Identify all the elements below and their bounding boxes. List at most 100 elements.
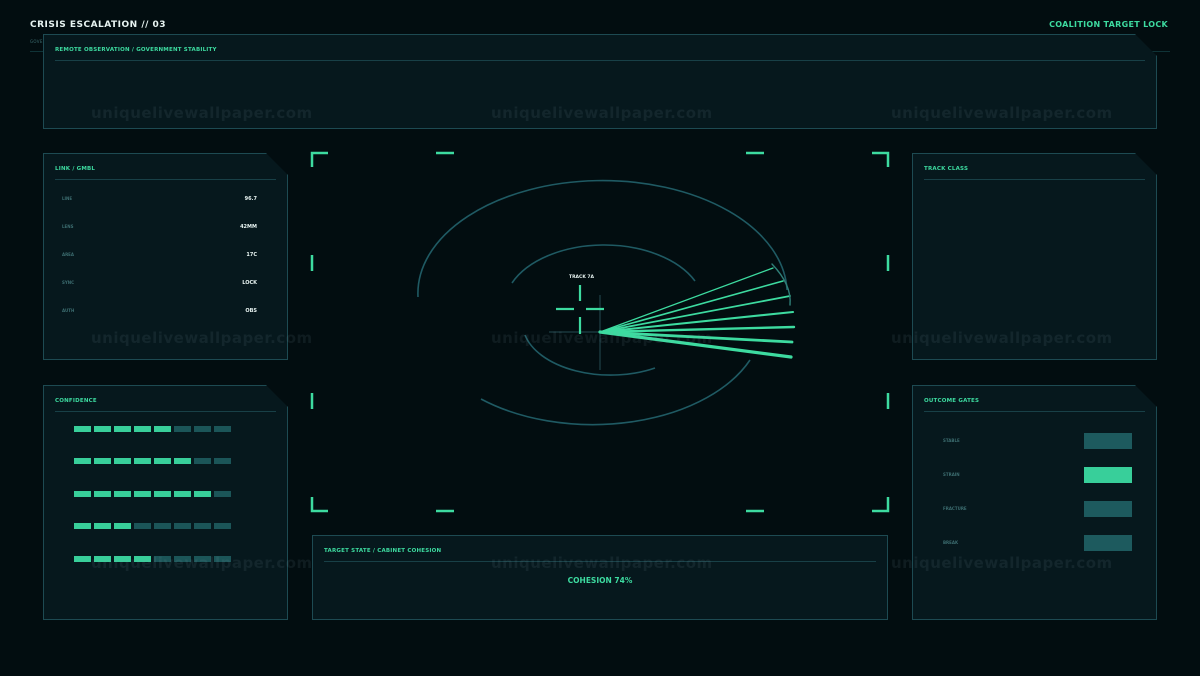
- watermark: uniquelivewallpaper.com: [891, 104, 1113, 122]
- confidence-segment-filled: [194, 491, 211, 497]
- watermark: uniquelivewallpaper.com: [91, 104, 313, 122]
- confidence-segment-filled: [114, 458, 131, 464]
- outcome-gate-stable: STABLE: [943, 433, 1132, 449]
- link-row: SYNC LOCK: [62, 280, 257, 290]
- confidence-segment-filled: [114, 523, 131, 529]
- watermark: uniquelivewallpaper.com: [91, 554, 313, 572]
- confidence-segment-empty: [194, 523, 211, 529]
- outcome-gate-fracture: FRACTURE: [943, 501, 1132, 517]
- target-reticle: [556, 285, 604, 334]
- confidence-row: [74, 426, 231, 432]
- confidence-segment-filled: [154, 426, 171, 432]
- confidence-segment-empty: [154, 523, 171, 529]
- outcome-gates-title: OUTCOME GATES: [924, 398, 980, 404]
- link-key: SYNC: [62, 280, 75, 285]
- panel-rule: [55, 179, 276, 180]
- target-state-title: TARGET STATE / CABINET COHESION: [324, 548, 442, 554]
- outcome-gate-indicator: [1084, 433, 1132, 449]
- link-key: AUTH: [62, 308, 75, 313]
- confidence-segment-filled: [74, 491, 91, 497]
- confidence-segment-empty: [174, 523, 191, 529]
- confidence-segment-filled: [74, 458, 91, 464]
- beam-line: [599, 280, 784, 333]
- outcome-gate-indicator: [1084, 535, 1132, 551]
- target-state-panel: TARGET STATE / CABINET COHESION COHESION…: [312, 535, 888, 620]
- page-title: CRISIS ESCALATION // 03: [30, 20, 167, 30]
- link-row: LENS 42MM: [62, 224, 257, 234]
- cohesion-readout: COHESION 74%: [567, 576, 633, 585]
- watermark: uniquelivewallpaper.com: [91, 329, 313, 347]
- track-class-title: TRACK CLASS: [924, 166, 969, 172]
- watermark: uniquelivewallpaper.com: [491, 104, 713, 122]
- confidence-segment-filled: [154, 458, 171, 464]
- outcome-gate-label: STABLE: [943, 438, 960, 443]
- watermark: uniquelivewallpaper.com: [491, 554, 713, 572]
- beam-line: [599, 295, 791, 333]
- confidence-segment-filled: [134, 458, 151, 464]
- inner-ring: [511, 244, 696, 284]
- page-subtitle: GOVE: [30, 39, 43, 44]
- confidence-segment-filled: [74, 426, 91, 432]
- outcome-gate-break: BREAK: [943, 535, 1132, 551]
- panel-rule: [55, 60, 1145, 61]
- link-row: AREA 17C: [62, 252, 257, 262]
- observation-panel-title: REMOTE OBSERVATION / GOVERNMENT STABILIT…: [55, 47, 217, 53]
- confidence-segment-filled: [74, 523, 91, 529]
- link-row: AUTH OBS: [62, 308, 257, 318]
- bracket-top-right: [872, 151, 890, 167]
- confidence-segment-filled: [94, 491, 111, 497]
- watermark: uniquelivewallpaper.com: [491, 329, 713, 347]
- link-key: AREA: [62, 252, 75, 257]
- outcome-gate-label: BREAK: [943, 540, 959, 545]
- confidence-segment-filled: [174, 458, 191, 464]
- watermark: uniquelivewallpaper.com: [891, 329, 1113, 347]
- confidence-segment-filled: [134, 491, 151, 497]
- link-panel-title: LINK / GMBL: [55, 166, 96, 172]
- confidence-row: [74, 523, 231, 529]
- confidence-segment-empty: [194, 458, 211, 464]
- link-row: LINE 96.7: [62, 196, 257, 206]
- confidence-segment-filled: [134, 426, 151, 432]
- confidence-segment-empty: [214, 426, 231, 432]
- outcome-gate-indicator: [1084, 501, 1132, 517]
- link-value: OBS: [245, 308, 257, 314]
- confidence-segment-filled: [74, 556, 91, 562]
- confidence-segment-empty: [214, 523, 231, 529]
- track-label: TRACK 7A: [569, 274, 595, 280]
- panel-rule: [924, 179, 1145, 180]
- bracket-bottom-left: [310, 497, 328, 513]
- outcome-gate-label: FRACTURE: [943, 506, 967, 511]
- confidence-row: [74, 491, 231, 497]
- confidence-segment-filled: [154, 491, 171, 497]
- panel-rule: [924, 411, 1145, 412]
- confidence-segment-empty: [214, 491, 231, 497]
- outer-ring: [417, 179, 788, 298]
- confidence-segment-empty: [194, 426, 211, 432]
- bracket-bottom-right: [872, 497, 890, 513]
- panel-rule: [55, 411, 276, 412]
- confidence-segment-filled: [94, 426, 111, 432]
- outcome-gate-strain: STRAIN: [943, 467, 1132, 483]
- link-value: 42MM: [240, 224, 257, 230]
- confidence-segment-filled: [114, 491, 131, 497]
- watermark: uniquelivewallpaper.com: [891, 554, 1113, 572]
- coalition-target-lock-label: COALITION TARGET LOCK: [1049, 20, 1168, 29]
- outcome-gate-indicator: [1084, 467, 1132, 483]
- confidence-segment-filled: [94, 458, 111, 464]
- confidence-segment-filled: [114, 426, 131, 432]
- confidence-row: [74, 458, 231, 464]
- confidence-panel: CONFIDENCE: [43, 385, 288, 620]
- scope-rings: [417, 179, 788, 426]
- confidence-segment-empty: [134, 523, 151, 529]
- outcome-gate-label: STRAIN: [943, 472, 960, 477]
- confidence-panel-title: CONFIDENCE: [55, 398, 97, 404]
- bracket-top-left: [310, 151, 328, 167]
- link-value: LOCK: [242, 280, 257, 286]
- confidence-segment-filled: [94, 523, 111, 529]
- outcome-gates-panel: OUTCOME GATES STABLE STRAIN FRACTURE BRE…: [912, 385, 1157, 620]
- link-key: LENS: [62, 224, 74, 229]
- link-key: LINE: [62, 196, 73, 201]
- outer-ring-lower: [480, 359, 751, 426]
- link-value: 17C: [246, 252, 257, 258]
- confidence-segment-empty: [174, 426, 191, 432]
